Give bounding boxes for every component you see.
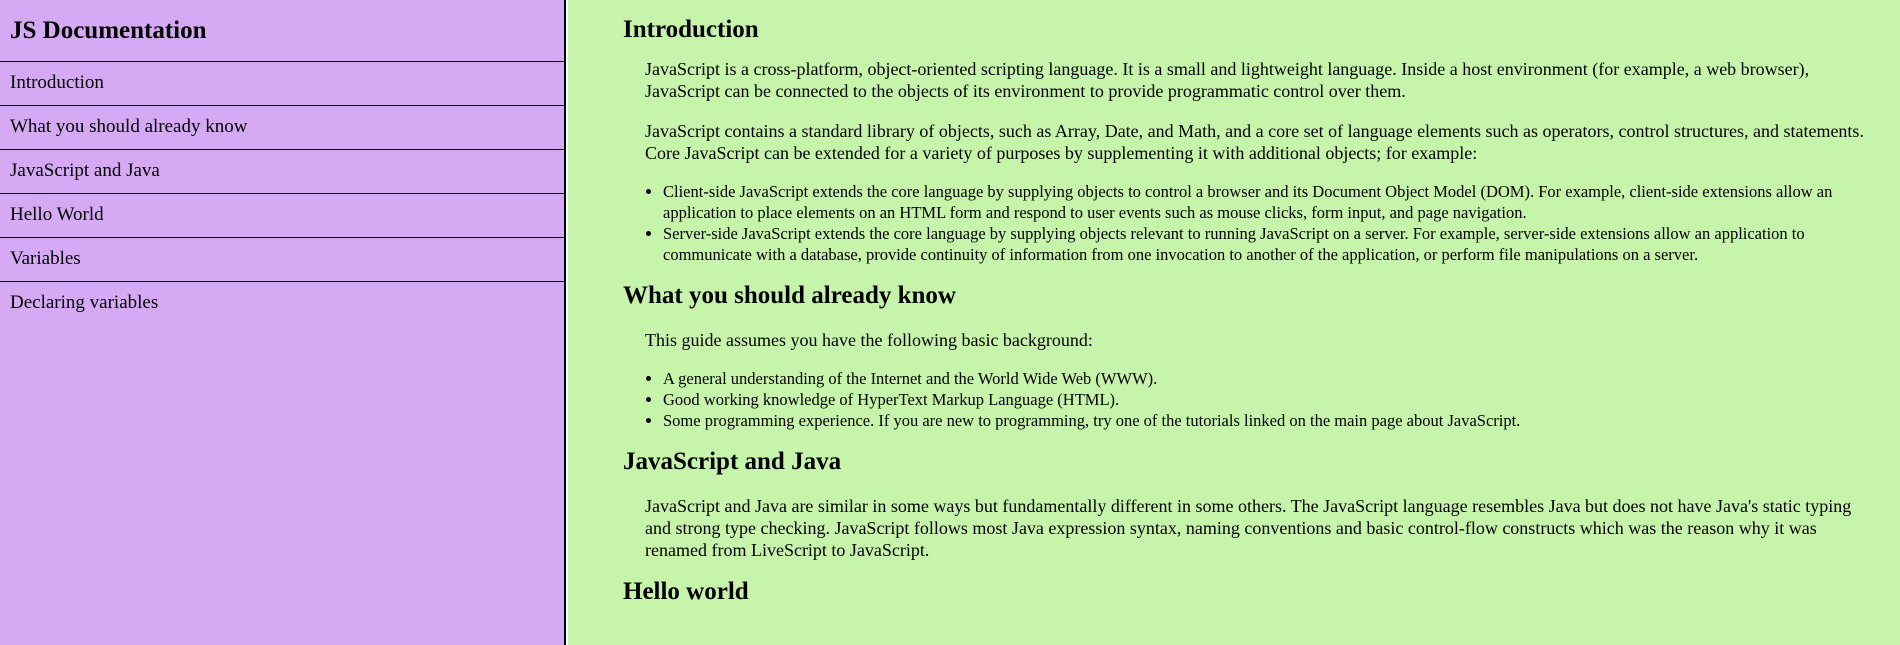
nav-list: Introduction What you should already kno… bbox=[0, 62, 564, 326]
paragraph: JavaScript contains a standard library o… bbox=[645, 121, 1864, 163]
section-hello-world: Hello world bbox=[623, 577, 1880, 607]
main-doc: Introduction JavaScript is a cross-platf… bbox=[568, 0, 1900, 645]
paragraph: JavaScript and Java are similar in some … bbox=[645, 496, 1852, 560]
section-what-you-should-already-know: What you should already know This guide … bbox=[623, 281, 1880, 431]
nav-list-item: JavaScript and Java bbox=[0, 150, 564, 194]
nav-link-javascript-and-java[interactable]: JavaScript and Java bbox=[0, 150, 564, 194]
bullet-item: Some programming experience. If you are … bbox=[663, 410, 1880, 431]
section-javascript-and-java: JavaScript and Java JavaScript and Java … bbox=[623, 447, 1880, 561]
bullet-item: A general understanding of the Internet … bbox=[663, 368, 1880, 389]
nav-list-item: Hello World bbox=[0, 194, 564, 238]
bullet-item: Good working knowledge of HyperText Mark… bbox=[663, 389, 1880, 410]
paragraph: JavaScript is a cross-platform, object-o… bbox=[645, 59, 1810, 101]
sidebar-title: JS Documentation bbox=[0, 0, 564, 62]
nav-list-item: What you should already know bbox=[0, 106, 564, 150]
paragraph: This guide assumes you have the followin… bbox=[645, 330, 1093, 350]
section-title: JavaScript and Java bbox=[623, 448, 842, 475]
section-title: Introduction bbox=[623, 16, 759, 43]
nav-link-declaring-variables[interactable]: Declaring variables bbox=[0, 282, 564, 326]
nav-list-item: Variables bbox=[0, 238, 564, 282]
nav-link-what-you-should-already-know[interactable]: What you should already know bbox=[0, 106, 564, 150]
page-layout: JS Documentation Introduction What you s… bbox=[0, 0, 1900, 645]
bullet-list: Client-side JavaScript extends the core … bbox=[623, 181, 1880, 265]
section-introduction: Introduction JavaScript is a cross-platf… bbox=[623, 0, 1880, 265]
nav-list-item: Introduction bbox=[0, 62, 564, 106]
nav-link-introduction[interactable]: Introduction bbox=[0, 62, 564, 106]
nav-link-hello-world[interactable]: Hello World bbox=[0, 194, 564, 238]
bullet-item: Client-side JavaScript extends the core … bbox=[663, 181, 1880, 223]
bullet-item: Server-side JavaScript extends the core … bbox=[663, 223, 1880, 265]
section-title: Hello world bbox=[623, 578, 749, 605]
nav-link-variables[interactable]: Variables bbox=[0, 238, 564, 282]
nav-list-item: Declaring variables bbox=[0, 282, 564, 326]
sidebar: JS Documentation Introduction What you s… bbox=[0, 0, 566, 645]
section-title: What you should already know bbox=[623, 282, 956, 309]
bullet-list: A general understanding of the Internet … bbox=[623, 368, 1880, 431]
